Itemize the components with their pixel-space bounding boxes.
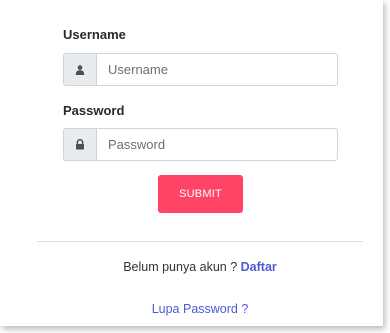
login-card: Username Password SUBMIT Belum punya aku… — [0, 0, 383, 326]
divider — [37, 241, 363, 242]
register-prompt-line: Belum punya akun ? Daftar — [0, 260, 390, 274]
user-icon — [63, 53, 96, 86]
password-input[interactable] — [96, 128, 338, 161]
password-label: Password — [63, 103, 125, 118]
register-link[interactable]: Daftar — [241, 260, 277, 274]
lock-icon — [63, 128, 96, 161]
register-prompt-text: Belum punya akun ? — [123, 260, 241, 274]
submit-button[interactable]: SUBMIT — [158, 175, 243, 213]
forgot-password-link[interactable]: Lupa Password ? — [0, 302, 390, 316]
username-input[interactable] — [96, 53, 338, 86]
username-input-group — [63, 53, 338, 86]
username-label: Username — [63, 27, 126, 42]
password-input-group — [63, 128, 338, 161]
